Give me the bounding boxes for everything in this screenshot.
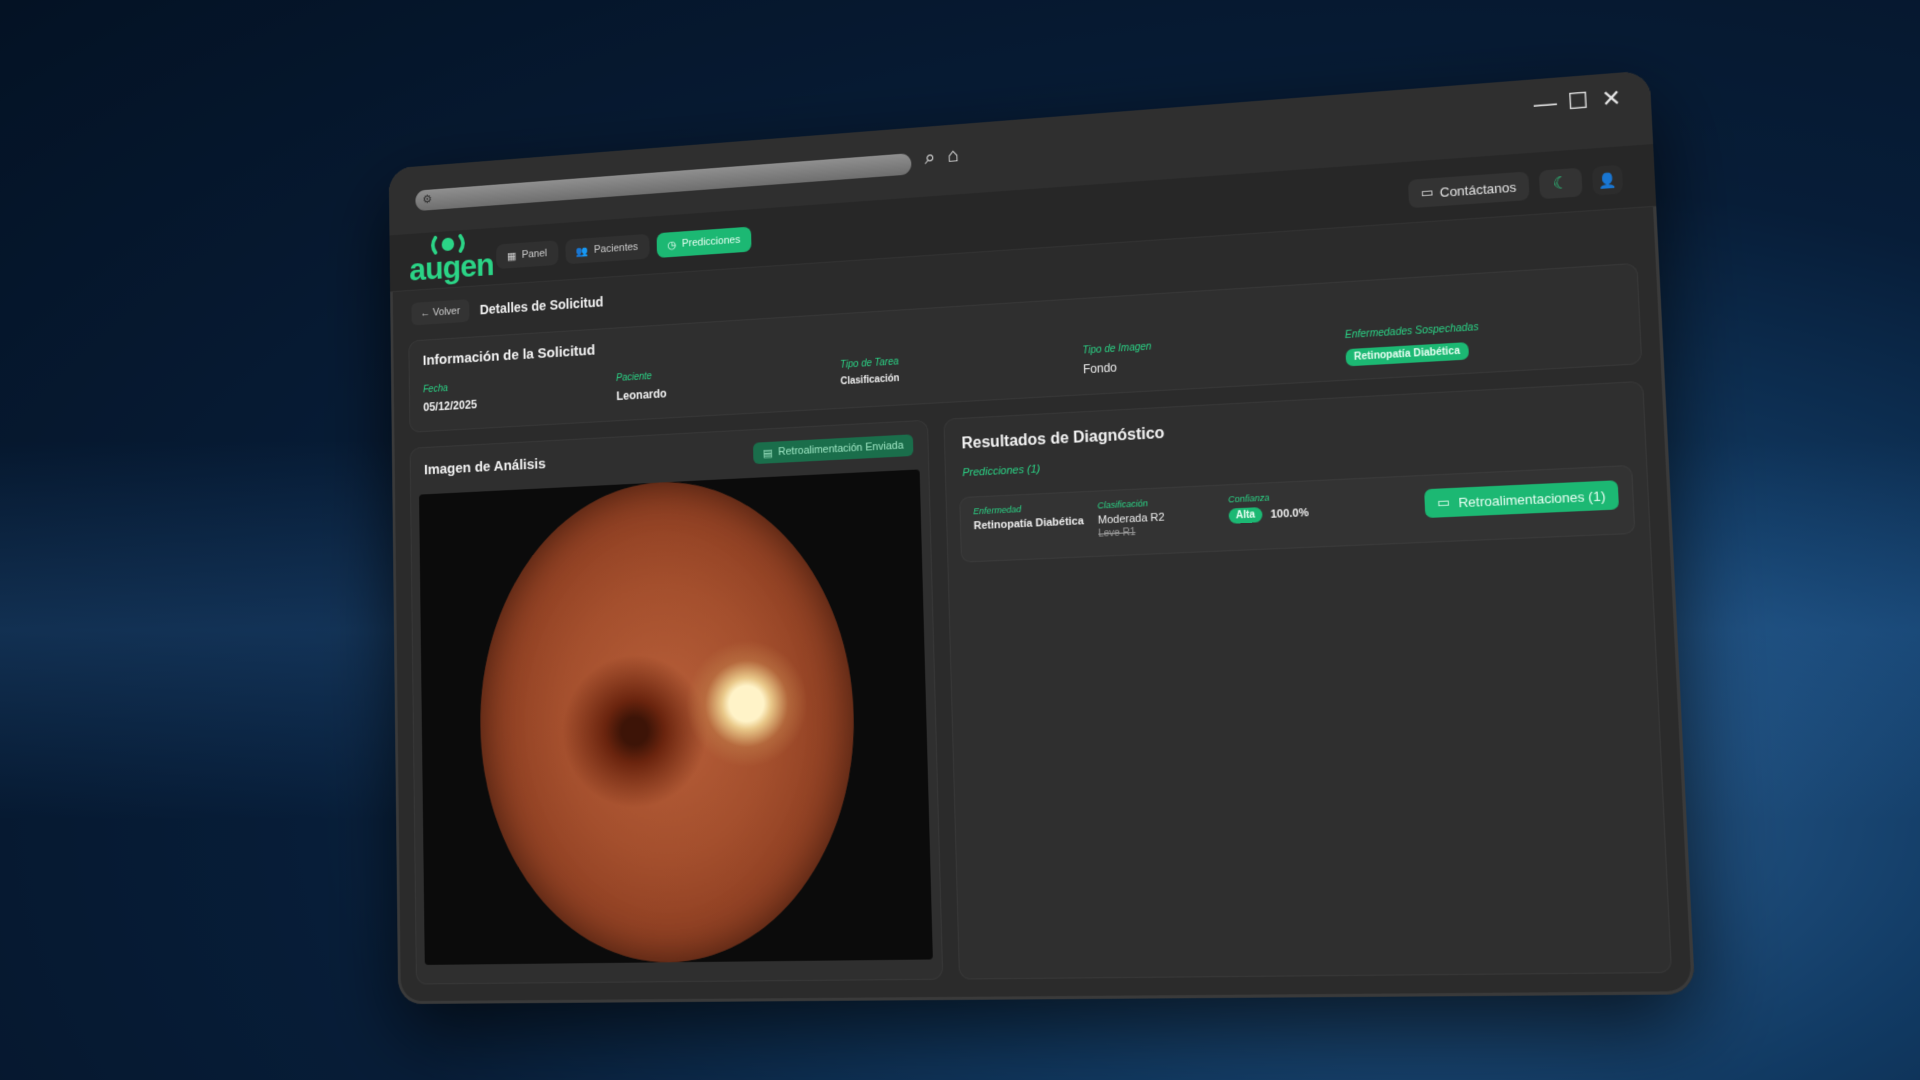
main-nav: ▦ Panel 👥 Pacientes ◷ Predicciones: [496, 226, 752, 270]
confidence-level-badge: Alta: [1228, 507, 1263, 524]
predictions-count: Predicciones (1): [962, 463, 1041, 480]
field-value: Fondo: [1082, 360, 1118, 377]
disease-name: Retinopatía Diabética: [973, 515, 1085, 533]
fundus-image-frame: [419, 469, 933, 965]
nav-label: Panel: [521, 247, 548, 261]
card-title: Imagen de Análisis: [423, 455, 546, 479]
home-icon[interactable]: ⌂: [947, 145, 959, 167]
field-patient: Paciente Leonardo: [616, 370, 667, 403]
card-title: Información de la Solicitud: [422, 342, 596, 369]
feedback-sent-label: Retroalimentación Enviada: [778, 439, 904, 459]
user-menu[interactable]: 👤: [1591, 164, 1624, 196]
confidence-value: 100.0%: [1270, 506, 1309, 521]
users-icon: 👥: [575, 245, 589, 258]
field-date: Fecha 05/12/2025: [423, 382, 477, 414]
feedbacks-label: Retroalimentaciones (1): [1457, 487, 1606, 510]
field-value: Clasificación: [840, 373, 900, 388]
stage: ⚙ ⌕ ⌂ — ☐ ✕ augen ▦ Panel 👥 Pacientes ◷ …: [0, 0, 1920, 1080]
col-confidence: Confianza Alta 100.0%: [1228, 491, 1309, 524]
prediction-row: Enfermedad Retinopatía Diabética Clasifi…: [959, 464, 1636, 563]
field-image-type: Tipo de Imagen Fondo: [1082, 341, 1152, 376]
previous-classification: Leve R1: [1098, 526, 1136, 540]
field-value: 05/12/2025: [423, 397, 477, 415]
field-label: Enfermedades Sospechadas: [1344, 322, 1479, 342]
feedback-sent-badge: ▤ Retroalimentación Enviada: [753, 434, 914, 465]
field-label: Confianza: [1227, 492, 1270, 505]
check-doc-icon: ▤: [762, 447, 773, 460]
confidence-wrap: Alta 100.0%: [1228, 505, 1309, 524]
classification-value: Moderada R2: [1097, 511, 1165, 527]
close-button[interactable]: ✕: [1601, 85, 1622, 112]
contact-label: Contáctanos: [1439, 178, 1517, 200]
fundus-image: [477, 473, 860, 965]
field-label: Tipo de Imagen: [1082, 341, 1152, 357]
search-icon[interactable]: ⌕: [924, 146, 935, 168]
disease-badge: Retinopatía Diabética: [1345, 342, 1469, 367]
field-suspected-diseases: Enfermedades Sospechadas Retinopatía Dia…: [1344, 322, 1480, 367]
augen-logo[interactable]: augen: [409, 232, 494, 290]
back-button[interactable]: ← Volver: [411, 299, 470, 326]
col-classification: Clasificación Moderada R2 Leve R1: [1097, 497, 1165, 539]
field-task-type: Tipo de Tarea Clasificación: [840, 357, 900, 388]
clock-icon: ◷: [667, 239, 677, 252]
sliders-icon: ⚙: [422, 192, 433, 207]
minimize-button[interactable]: —: [1533, 90, 1557, 117]
page-title: Detalles de Solicitud: [479, 294, 604, 318]
field-label: Paciente: [615, 371, 652, 384]
chat-icon: ▭: [1420, 184, 1434, 201]
contact-button[interactable]: ▭ Contáctanos: [1407, 171, 1530, 209]
browser-window: ⚙ ⌕ ⌂ — ☐ ✕ augen ▦ Panel 👥 Pacientes ◷ …: [388, 70, 1696, 1005]
field-value: Leonardo: [616, 386, 667, 404]
maximize-button[interactable]: ☐: [1567, 87, 1589, 114]
field-label: Clasificación: [1097, 498, 1149, 511]
logo-text: augen: [409, 246, 495, 289]
nav-predicciones[interactable]: ◷ Predicciones: [656, 226, 752, 259]
feedbacks-button[interactable]: ▭ Retroalimentaciones (1): [1423, 480, 1620, 519]
theme-toggle[interactable]: ☾: [1538, 167, 1583, 200]
nav-label: Pacientes: [593, 241, 639, 256]
field-label: Enfermedad: [973, 504, 1022, 517]
comment-icon: ▭: [1436, 494, 1451, 511]
dashboard-icon: ▦: [506, 250, 517, 263]
breadcrumb: ← Volver Detalles de Solicitud: [411, 290, 604, 326]
col-disease: Enfermedad Retinopatía Diabética: [973, 501, 1084, 532]
card-title: Resultados de Diagnóstico: [961, 424, 1165, 453]
field-label: Tipo de Tarea: [839, 356, 899, 371]
moon-icon: ☾: [1552, 174, 1569, 194]
user-icon: 👤: [1597, 170, 1618, 189]
nav-panel[interactable]: ▦ Panel: [496, 240, 559, 270]
nav-label: Predicciones: [681, 234, 741, 250]
nav-pacientes[interactable]: 👥 Pacientes: [564, 233, 650, 265]
field-label: Fecha: [423, 383, 448, 396]
diagnosis-results-card: Resultados de Diagnóstico Predicciones (…: [943, 380, 1673, 980]
analysis-image-card: Imagen de Análisis ▤ Retroalimentación E…: [409, 419, 944, 985]
topbar-actions: ▭ Contáctanos ☾ 👤: [1407, 164, 1624, 209]
